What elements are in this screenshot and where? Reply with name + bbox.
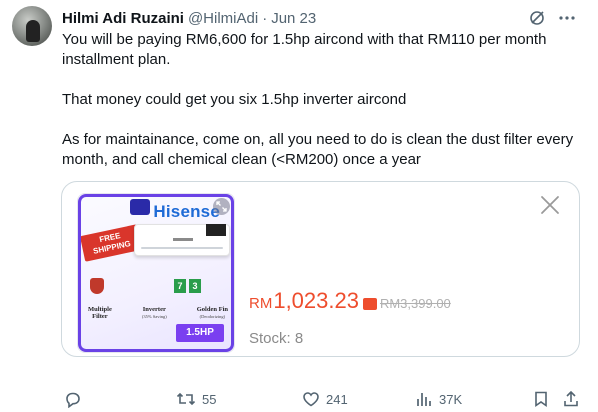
feature-item: Golden Fin (Deodorizing) [197, 306, 228, 320]
eight-years-badge [130, 199, 150, 215]
feature-item: Inverter (35% Saving) [142, 306, 167, 320]
feature-title: Golden Fin [196, 306, 228, 313]
tweet-line-blank [62, 70, 582, 90]
shield-icon [90, 278, 104, 294]
original-price: RM3,399.00 [379, 296, 451, 311]
tweet-text: You will be paying RM6,600 for 1.5hp air… [62, 30, 582, 170]
brand-logo: Hisense [153, 202, 220, 221]
tweet-line: That money could get you six 1.5hp inver… [62, 91, 407, 108]
header-icons [528, 9, 576, 27]
avatar-figure [26, 20, 40, 42]
feature-item: Multiple Filter [88, 306, 112, 320]
views-icon [417, 393, 431, 406]
views-count: 37K [439, 391, 463, 407]
close-icon[interactable] [539, 194, 561, 216]
link-preview-card[interactable]: Hisense FREE SHIPPING 7 3 Multiple Filte… [61, 181, 580, 357]
product-image[interactable]: Hisense FREE SHIPPING 7 3 Multiple Filte… [77, 193, 235, 353]
warranty-badge: 7 [174, 279, 186, 293]
like-count: 241 [326, 391, 348, 407]
free-shipping-ribbon: FREE SHIPPING [79, 224, 143, 262]
bookmark-button[interactable] [532, 390, 550, 408]
feature-title: Filter [92, 313, 108, 320]
tweet-header: Hilmi Adi Ruzaini @HilmiAdi · Jun 23 [62, 8, 316, 28]
separator-dot: · [262, 9, 268, 27]
author-name[interactable]: Hilmi Adi Ruzaini [62, 10, 184, 27]
retweet-button[interactable]: 55 [176, 390, 216, 408]
more-options-icon[interactable] [558, 9, 576, 27]
aircon-brand-strip [173, 238, 193, 241]
action-bar: 55 241 37K [62, 390, 582, 410]
warranty-badge: 3 [189, 279, 201, 293]
user-avatar[interactable] [12, 6, 52, 46]
feature-title: Multiple [88, 306, 112, 313]
tweet-line: You will be paying RM6,600 for 1.5hp air… [62, 31, 547, 68]
retweet-count: 55 [202, 391, 217, 407]
discount-tag-icon [362, 298, 377, 310]
tweet-line: As for maintainance, come on, all you ne… [62, 131, 574, 168]
feature-sub: (Deodorizing) [199, 314, 226, 319]
price-row: RM 1,023.23 RM3,399.00 [249, 288, 451, 314]
price-currency: RM [249, 295, 273, 312]
views-button[interactable]: 37K [415, 390, 462, 408]
tweet-date[interactable]: Jun 23 [271, 10, 316, 27]
expand-icon[interactable] [213, 198, 230, 215]
aircon-vent [141, 247, 223, 249]
author-handle[interactable]: @HilmiAdi [188, 10, 258, 27]
feature-title: Inverter [142, 306, 166, 313]
like-button[interactable]: 241 [302, 390, 348, 408]
feature-sub: (35% Saving) [141, 314, 167, 319]
bookmark-icon [535, 391, 547, 408]
reply-icon [66, 392, 80, 408]
retweet-icon [176, 392, 196, 406]
tweet-line-blank [62, 110, 582, 130]
feature-list: Multiple Filter Inverter (35% Saving) Go… [88, 306, 228, 320]
reply-button[interactable] [64, 390, 88, 408]
supreme-badge [206, 224, 226, 236]
size-label: 1.5HP [176, 324, 224, 342]
share-icon [564, 390, 578, 407]
stock-count: Stock: 8 [249, 330, 304, 347]
heart-icon [303, 392, 319, 407]
share-button[interactable] [562, 390, 580, 408]
grok-icon[interactable] [528, 9, 546, 27]
price-amount: 1,023.23 [273, 288, 359, 313]
